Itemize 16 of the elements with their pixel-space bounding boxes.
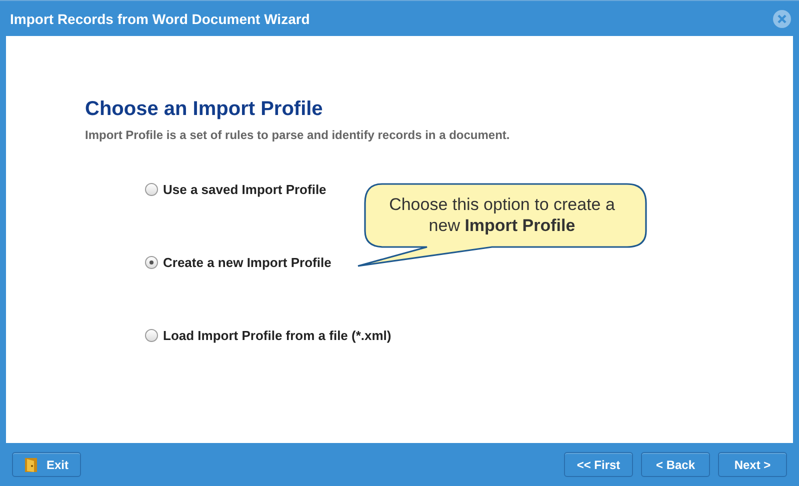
nav-button[interactable]: Next > — [718, 452, 787, 477]
nav-button[interactable]: << First — [564, 452, 633, 477]
callout-text: Choose this option to create a new Import Profile — [388, 194, 616, 236]
radio-button[interactable] — [145, 329, 158, 342]
exit-button[interactable]: Exit — [12, 452, 81, 477]
page-description: Import Profile is a set of rules to parse and identify records in a document. — [85, 128, 511, 142]
radio-button[interactable] — [145, 183, 158, 196]
radio-option[interactable]: Create a new Import Profile — [145, 255, 332, 270]
page-heading: Choose an Import Profile — [85, 98, 324, 121]
window-title: Import Records from Word Document Wizard — [10, 10, 310, 26]
nav-button[interactable]: < Back — [641, 452, 710, 477]
radio-button[interactable] — [145, 256, 158, 269]
close-icon[interactable] — [773, 10, 791, 28]
radio-option[interactable]: Load Import Profile from a file (*.xml) — [145, 328, 392, 343]
door-icon — [24, 456, 38, 472]
radio-option[interactable]: Use a saved Import Profile — [145, 182, 326, 197]
